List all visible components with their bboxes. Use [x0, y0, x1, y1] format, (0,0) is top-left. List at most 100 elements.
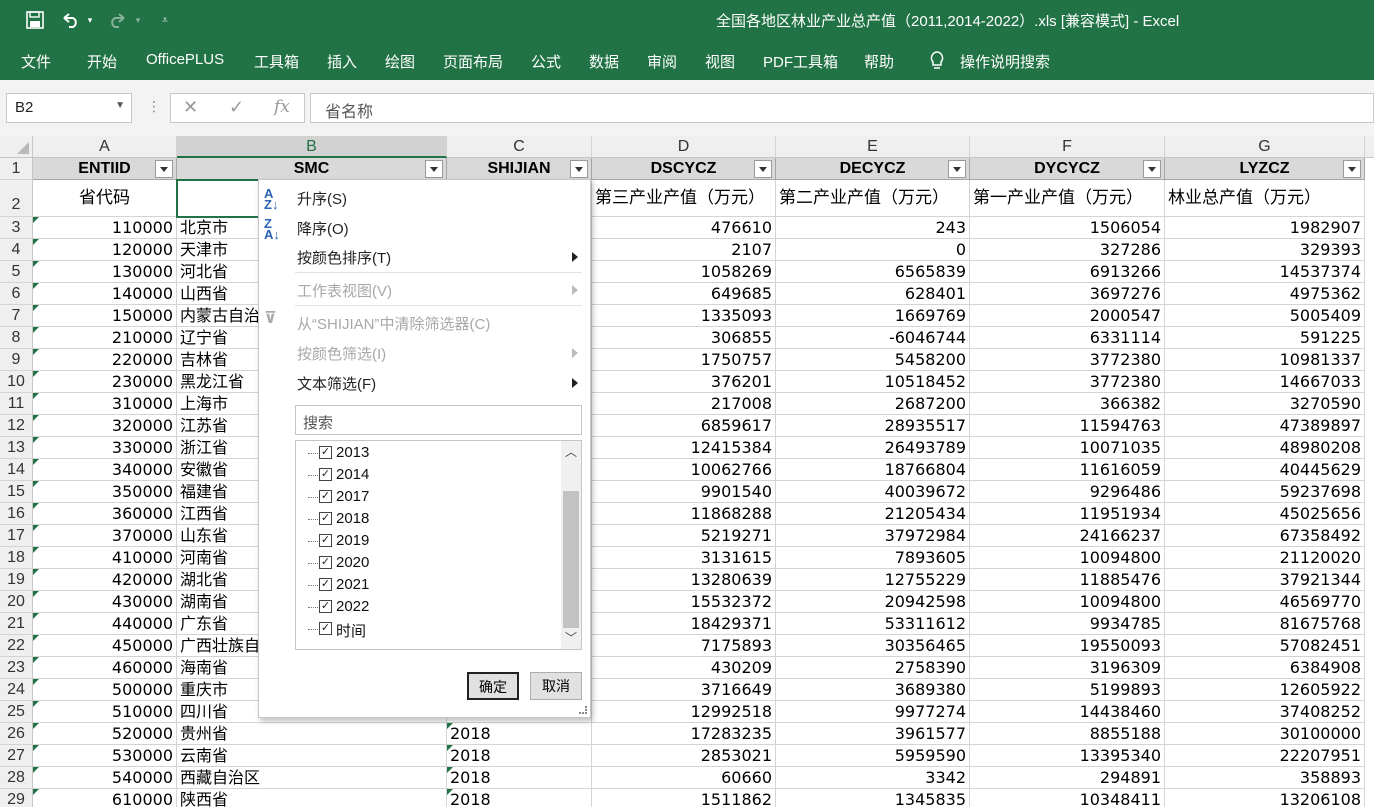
cell-a[interactable]: 340000 [33, 459, 177, 481]
menu-sort-by-color[interactable]: 按颜色排序(T) [297, 247, 391, 269]
tab-review[interactable]: 审阅 [647, 51, 677, 72]
tell-me-search[interactable]: 操作说明搜索 [960, 51, 1050, 72]
label-cell-g[interactable]: 林业总产值（万元） [1165, 180, 1365, 217]
cell-d[interactable]: 12415384 [592, 437, 776, 459]
filter-list-scrollbar[interactable]: ︿ ﹀ [561, 441, 581, 649]
cell-d[interactable]: 10062766 [592, 459, 776, 481]
cell-f[interactable]: 366382 [970, 393, 1165, 415]
cell-d[interactable]: 9901540 [592, 481, 776, 503]
cell-c[interactable]: 2018 [447, 723, 592, 745]
cell-a[interactable]: 320000 [33, 415, 177, 437]
worksheet-grid[interactable]: A B C D E F G 1 ENTIID SMC SHIJIAN DSCYCZ DEC… [0, 136, 1374, 807]
cell-d[interactable]: 1058269 [592, 261, 776, 283]
filter-dropdown-button[interactable] [570, 160, 588, 178]
row-header[interactable]: 27 [0, 745, 33, 767]
header-cell-f[interactable]: DYCYCZ [970, 158, 1165, 180]
menu-sort-descending[interactable]: 降序(O) [297, 218, 349, 240]
cell-a[interactable]: 210000 [33, 327, 177, 349]
cell-f[interactable]: 3697276 [970, 283, 1165, 305]
row-header[interactable]: 24 [0, 679, 33, 701]
row-header[interactable]: 5 [0, 261, 33, 283]
redo-icon[interactable] [106, 8, 130, 32]
cell-e[interactable]: 3961577 [776, 723, 970, 745]
insert-function-icon[interactable]: fx [274, 97, 290, 117]
row-header[interactable]: 12 [0, 415, 33, 437]
cell-a[interactable]: 440000 [33, 613, 177, 635]
row-header[interactable]: 28 [0, 767, 33, 789]
row-header[interactable]: 11 [0, 393, 33, 415]
cell-e[interactable]: 37972984 [776, 525, 970, 547]
cell-f[interactable]: 10094800 [970, 591, 1165, 613]
cell-d[interactable]: 15532372 [592, 591, 776, 613]
row-header[interactable]: 13 [0, 437, 33, 459]
row-header[interactable]: 26 [0, 723, 33, 745]
checkbox-icon[interactable]: ✓ [319, 578, 332, 591]
cell-d[interactable]: 1335093 [592, 305, 776, 327]
filter-list-item[interactable]: ✓ 2018 [296, 509, 560, 531]
cell-e[interactable]: 28935517 [776, 415, 970, 437]
cell-g[interactable]: 45025656 [1165, 503, 1365, 525]
scroll-down-icon[interactable]: ﹀ [561, 629, 581, 647]
cell-g[interactable]: 46569770 [1165, 591, 1365, 613]
row-header[interactable]: 2 [0, 180, 33, 217]
filter-list-item[interactable]: ✓ 2021 [296, 575, 560, 597]
cell-e[interactable]: 12755229 [776, 569, 970, 591]
cell-e[interactable]: 20942598 [776, 591, 970, 613]
cell-e[interactable]: 40039672 [776, 481, 970, 503]
cell-e[interactable]: 1669769 [776, 305, 970, 327]
cell-b[interactable]: 贵州省 [177, 723, 447, 745]
cell-a[interactable]: 500000 [33, 679, 177, 701]
column-header-g[interactable]: G [1165, 136, 1365, 158]
cell-e[interactable]: 10518452 [776, 371, 970, 393]
cell-a[interactable]: 230000 [33, 371, 177, 393]
cell-f[interactable]: 9296486 [970, 481, 1165, 503]
cell-g[interactable]: 37921344 [1165, 569, 1365, 591]
cell-f[interactable]: 19550093 [970, 635, 1165, 657]
cell-f[interactable]: 3772380 [970, 349, 1165, 371]
formula-input[interactable]: 省名称 [310, 93, 1374, 123]
column-header-a[interactable]: A [33, 136, 177, 158]
cell-d[interactable]: 13280639 [592, 569, 776, 591]
filter-value-list[interactable]: ✓ 2013 ✓ 2014 ✓ 2017 ✓ 2018 ✓ 2019 ✓ 2020 ✓ 2021 ✓ 2022… [295, 440, 582, 650]
cell-d[interactable]: 476610 [592, 217, 776, 239]
cell-g[interactable]: 14537374 [1165, 261, 1365, 283]
cell-e[interactable]: 1345835 [776, 789, 970, 807]
cell-a[interactable]: 360000 [33, 503, 177, 525]
header-cell-g[interactable]: LYZCZ [1165, 158, 1365, 180]
cell-e[interactable]: 53311612 [776, 613, 970, 635]
cell-g[interactable]: 4975362 [1165, 283, 1365, 305]
cell-g[interactable]: 67358492 [1165, 525, 1365, 547]
row-header[interactable]: 10 [0, 371, 33, 393]
cell-a[interactable]: 350000 [33, 481, 177, 503]
cell-a[interactable]: 610000 [33, 789, 177, 807]
cell-e[interactable]: 21205434 [776, 503, 970, 525]
tab-insert[interactable]: 插入 [327, 51, 357, 72]
undo-icon[interactable] [58, 8, 82, 32]
cell-e[interactable]: 3689380 [776, 679, 970, 701]
cell-d[interactable]: 2107 [592, 239, 776, 261]
undo-dropdown-icon[interactable]: ▾ [84, 8, 96, 32]
cell-f[interactable]: 11616059 [970, 459, 1165, 481]
header-cell-d[interactable]: DSCYCZ [592, 158, 776, 180]
cell-a[interactable]: 430000 [33, 591, 177, 613]
row-header[interactable]: 21 [0, 613, 33, 635]
header-cell-b[interactable]: SMC [177, 158, 447, 180]
cell-g[interactable]: 57082451 [1165, 635, 1365, 657]
header-cell-c[interactable]: SHIJIAN [447, 158, 592, 180]
cell-e[interactable]: 6565839 [776, 261, 970, 283]
cell-d[interactable]: 5219271 [592, 525, 776, 547]
checkbox-icon[interactable]: ✓ [319, 512, 332, 525]
cell-a[interactable]: 130000 [33, 261, 177, 283]
row-header[interactable]: 9 [0, 349, 33, 371]
cell-g[interactable]: 329393 [1165, 239, 1365, 261]
cell-g[interactable]: 22207951 [1165, 745, 1365, 767]
cell-d[interactable]: 1750757 [592, 349, 776, 371]
cell-e[interactable]: 3342 [776, 767, 970, 789]
cell-g[interactable]: 59237698 [1165, 481, 1365, 503]
cell-f[interactable]: 14438460 [970, 701, 1165, 723]
cell-b[interactable]: 西藏自治区 [177, 767, 447, 789]
filter-dropdown-button[interactable] [1143, 160, 1161, 178]
row-header[interactable]: 17 [0, 525, 33, 547]
cell-e[interactable]: 9977274 [776, 701, 970, 723]
cell-c[interactable]: 2018 [447, 745, 592, 767]
